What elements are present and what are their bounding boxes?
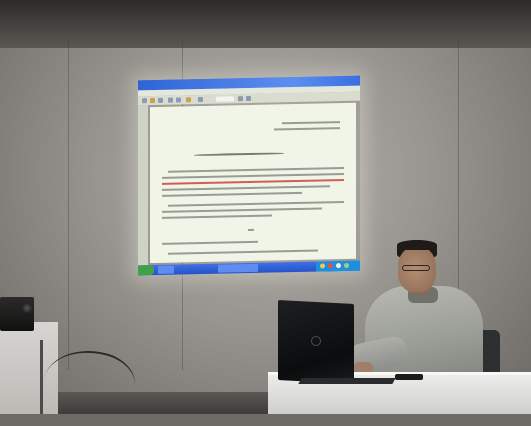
laptop-base	[298, 378, 396, 384]
doc-text-line	[162, 207, 322, 213]
taskbar-button	[158, 265, 174, 274]
doc-text-line	[168, 201, 344, 207]
photo-scene	[0, 0, 531, 426]
doc-text-line	[162, 191, 302, 197]
projected-side-pane	[138, 105, 148, 266]
tray-icon	[328, 263, 333, 269]
projected-document	[150, 102, 356, 264]
start-button	[138, 264, 154, 276]
tool-icon	[238, 96, 243, 102]
projected-screen	[138, 75, 360, 276]
laptop-logo-icon	[311, 336, 321, 346]
presenter-glasses	[402, 265, 430, 271]
doc-text-line	[162, 240, 258, 245]
projector	[0, 297, 34, 331]
doc-text-line	[168, 167, 344, 173]
taskbar-button	[218, 263, 258, 273]
tray-icon	[336, 263, 341, 269]
doc-title-line	[194, 152, 284, 157]
tool-icon	[186, 97, 191, 103]
tray-icon	[344, 262, 349, 269]
tray-icon	[320, 263, 325, 269]
doc-text-line	[162, 173, 344, 179]
tool-icon	[150, 97, 155, 104]
tool-icon	[176, 97, 181, 103]
doc-text-line	[168, 249, 318, 255]
doc-text-line	[274, 127, 340, 131]
mouse-pad	[395, 374, 423, 380]
wall-seam	[68, 40, 69, 370]
doc-text-line	[248, 228, 254, 232]
tool-field	[216, 96, 234, 102]
tool-icon	[168, 97, 173, 103]
tool-icon	[142, 98, 147, 104]
ceiling	[0, 0, 531, 48]
tool-icon	[158, 97, 163, 103]
doc-text-line-highlight	[162, 179, 344, 185]
floor	[58, 392, 268, 414]
projector-lens	[22, 303, 32, 313]
system-tray	[316, 260, 360, 272]
tool-icon	[246, 95, 251, 102]
doc-text-line	[162, 185, 330, 191]
tool-icon	[198, 96, 203, 103]
presenter-hair	[397, 240, 437, 250]
doc-text-line	[282, 121, 340, 125]
doc-text-line	[162, 214, 272, 219]
